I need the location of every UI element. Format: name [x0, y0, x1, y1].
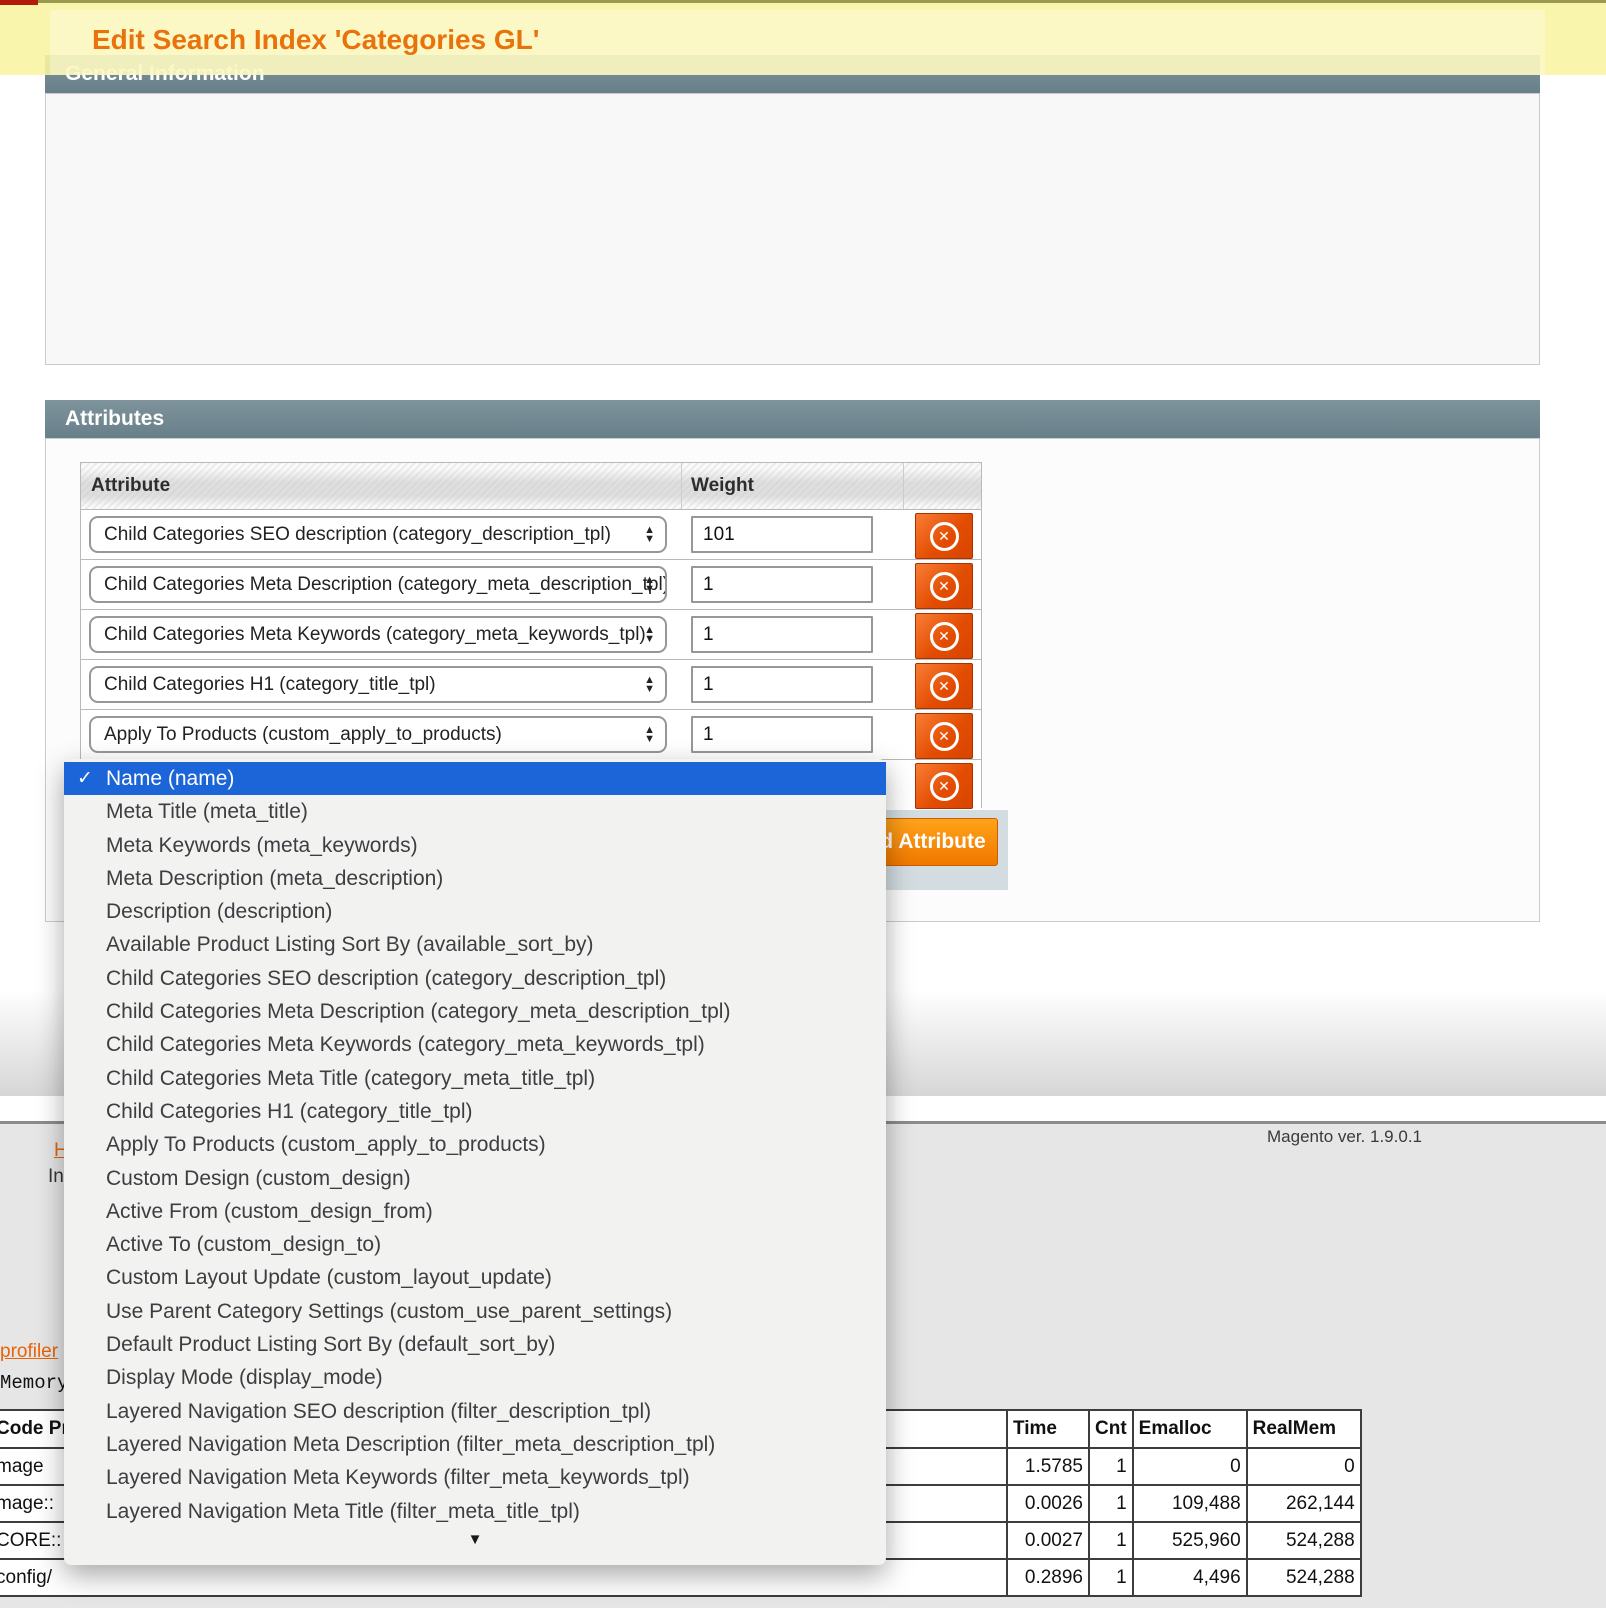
select-arrows-icon: ▲▼ [644, 526, 655, 544]
page-title-banner: Edit Search Index 'Categories GL' [0, 3, 1606, 75]
admin-header-red-edge [0, 0, 38, 5]
dropdown-option[interactable]: Custom Design (custom_design) [64, 1162, 886, 1195]
profiler-cnt-header: Cnt [1089, 1410, 1133, 1448]
dropdown-option[interactable]: Description (description) [64, 895, 886, 928]
attribute-select[interactable]: Child Categories H1 (category_title_tpl)… [89, 666, 667, 703]
delete-attribute-button[interactable]: ✕ [915, 763, 973, 809]
profiler-time-header: Time [1007, 1410, 1089, 1448]
dropdown-option[interactable]: Active To (custom_design_to) [64, 1228, 886, 1261]
attribute-row: Child Categories Meta Description (categ… [81, 559, 981, 610]
select-arrows-icon: ▲▼ [644, 726, 655, 744]
attributes-table: Attribute Weight Child Categories SEO de… [80, 462, 982, 808]
dropdown-option[interactable]: Child Categories SEO description (catego… [64, 962, 886, 995]
dropdown-option[interactable]: Default Product Listing Sort By (default… [64, 1328, 886, 1361]
delete-icon: ✕ [930, 572, 959, 601]
checkmark-icon: ✓ [77, 762, 93, 795]
attribute-select[interactable]: Child Categories Meta Description (categ… [89, 566, 667, 603]
attribute-row: Child Categories SEO description (catego… [81, 509, 981, 560]
magento-version-label: Magento ver. 1.9.0.1 [1267, 1127, 1422, 1147]
attribute-select[interactable]: Child Categories Meta Keywords (category… [89, 616, 667, 653]
select-arrows-icon: ▲▼ [644, 626, 655, 644]
profiler-link[interactable]: profiler [0, 1341, 58, 1363]
select-arrows-icon: ▲▼ [644, 576, 655, 594]
attributes-title: Attributes [65, 407, 164, 430]
weight-input[interactable] [691, 716, 873, 753]
delete-attribute-button[interactable]: ✕ [915, 663, 973, 709]
dropdown-option[interactable]: Layered Navigation Meta Keywords (filter… [64, 1461, 886, 1494]
delete-icon: ✕ [930, 672, 959, 701]
attribute-row: Apply To Products (custom_apply_to_produ… [81, 709, 981, 760]
dropdown-option[interactable]: Child Categories Meta Title (category_me… [64, 1062, 886, 1095]
profiler-realmem-header: RealMem [1247, 1410, 1361, 1448]
top-edge-line [0, 0, 1606, 3]
general-information-body [45, 93, 1540, 365]
dropdown-option-selected[interactable]: ✓ Name (name) [64, 762, 886, 795]
dropdown-option[interactable]: Meta Keywords (meta_keywords) [64, 829, 886, 862]
dropdown-option[interactable]: Custom Layout Update (custom_layout_upda… [64, 1261, 886, 1294]
attributes-table-header: Attribute Weight [81, 463, 981, 509]
profiler-emalloc-header: Emalloc [1133, 1410, 1247, 1448]
attribute-select[interactable]: Child Categories SEO description (catego… [89, 516, 667, 553]
weight-input[interactable] [691, 616, 873, 653]
page-title: Edit Search Index 'Categories GL' [92, 24, 539, 56]
delete-icon: ✕ [930, 522, 959, 551]
attribute-options-dropdown: ✓ Name (name) Meta Title (meta_title) Me… [64, 759, 886, 1565]
delete-icon: ✕ [930, 772, 959, 801]
select-arrows-icon: ▲▼ [644, 676, 655, 694]
dropdown-option[interactable]: Child Categories Meta Description (categ… [64, 995, 886, 1028]
dropdown-option[interactable]: Meta Description (meta_description) [64, 862, 886, 895]
dropdown-option[interactable]: Child Categories H1 (category_title_tpl) [64, 1095, 886, 1128]
delete-attribute-button[interactable]: ✕ [915, 713, 973, 759]
weight-column-header: Weight [691, 463, 754, 509]
memory-usage-text: Memory [0, 1372, 68, 1394]
attribute-column-header: Attribute [91, 463, 170, 509]
dropdown-option[interactable]: Active From (custom_design_from) [64, 1195, 886, 1228]
dropdown-option[interactable]: Apply To Products (custom_apply_to_produ… [64, 1128, 886, 1161]
dropdown-option[interactable]: Layered Navigation Meta Description (fil… [64, 1428, 886, 1461]
attributes-header: Attributes [45, 400, 1540, 438]
dropdown-option[interactable]: Use Parent Category Settings (custom_use… [64, 1295, 886, 1328]
weight-input[interactable] [691, 516, 873, 553]
delete-attribute-button[interactable]: ✕ [915, 563, 973, 609]
dropdown-option[interactable]: Child Categories Meta Keywords (category… [64, 1028, 886, 1061]
dropdown-option[interactable]: Meta Title (meta_title) [64, 795, 886, 828]
delete-icon: ✕ [930, 722, 959, 751]
weight-input[interactable] [691, 566, 873, 603]
dropdown-option[interactable]: Layered Navigation SEO description (filt… [64, 1395, 886, 1428]
weight-input[interactable] [691, 666, 873, 703]
delete-attribute-button[interactable]: ✕ [915, 513, 973, 559]
scroll-down-indicator-icon[interactable]: ▼ [64, 1531, 886, 1548]
dropdown-option[interactable]: Available Product Listing Sort By (avail… [64, 928, 886, 961]
dropdown-option[interactable]: Display Mode (display_mode) [64, 1361, 886, 1394]
delete-attribute-button[interactable]: ✕ [915, 613, 973, 659]
attribute-row: Child Categories Meta Keywords (category… [81, 609, 981, 660]
delete-icon: ✕ [930, 622, 959, 651]
interface-locale-label: In [48, 1166, 64, 1188]
dropdown-option[interactable]: Layered Navigation Meta Title (filter_me… [64, 1495, 886, 1528]
attribute-select[interactable]: Apply To Products (custom_apply_to_produ… [89, 716, 667, 753]
attribute-row: Child Categories H1 (category_title_tpl)… [81, 659, 981, 710]
magento-admin-edit-search-index-page: General Information Index* Catalog Categ… [0, 0, 1606, 1608]
